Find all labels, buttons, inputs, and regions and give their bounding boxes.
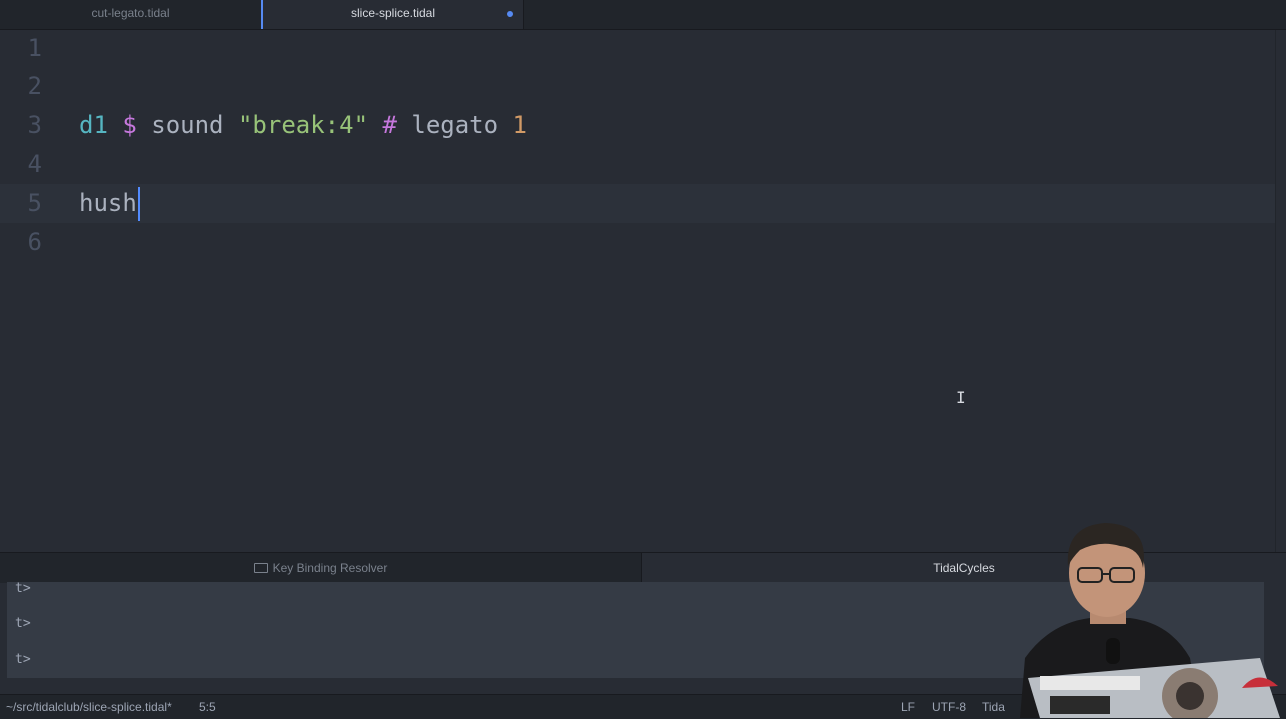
code-token: $ (122, 111, 137, 139)
tab-label: TidalCycles (933, 561, 995, 575)
keyboard-icon (253, 562, 268, 573)
text-caret (137, 187, 140, 221)
grammar[interactable]: Tida (982, 695, 1005, 719)
file-path[interactable]: ~/src/tidalclub/slice-splice.tidal* (6, 695, 172, 719)
code-token: "break:4" (237, 111, 369, 139)
code-token: 1 (512, 111, 527, 139)
code-token: hush (79, 189, 137, 217)
line-number: 6 (27, 228, 42, 256)
tab-label: slice-splice.tidal (350, 6, 436, 20)
editor-line[interactable]: 4 (0, 145, 1276, 184)
line-number: 2 (27, 72, 42, 100)
line-number: 3 (27, 111, 42, 139)
code-text[interactable]: hush (79, 184, 140, 223)
tab-slice-splice[interactable]: slice-splice.tidal (261, 0, 524, 29)
editor-line[interactable]: 2 (0, 67, 1276, 106)
vertical-scrollbar[interactable] (1275, 30, 1286, 552)
encoding[interactable]: UTF-8 (932, 695, 966, 719)
editor-line[interactable]: 3 d1 $ sound "break:4" # legato 1 (0, 106, 1276, 145)
editor-line[interactable]: 6 (0, 223, 1276, 262)
line-ending[interactable]: LF (901, 695, 915, 719)
tab-label: Key Binding Resolver (272, 561, 388, 575)
tab-key-binding-resolver[interactable]: Key Binding Resolver (0, 553, 642, 583)
tab-cut-legato[interactable]: cut-legato.tidal (0, 0, 262, 29)
code-token: # (382, 111, 397, 139)
console-line: t> (15, 582, 31, 596)
code-token: d1 (79, 111, 108, 139)
line-number: 5 (27, 189, 42, 217)
console-line: t> (15, 616, 31, 631)
tab-label: cut-legato.tidal (91, 6, 170, 20)
line-number: 4 (27, 150, 42, 178)
code-token: sound (136, 111, 238, 139)
editor-line[interactable]: 5 hush (0, 184, 1276, 223)
webcam-overlay (1010, 518, 1286, 718)
cursor-position[interactable]: 5:5 (199, 695, 216, 719)
presenter-video-image (1020, 523, 1280, 718)
code-editor[interactable]: 1 2 3 d1 $ sound "break:4" # legato 1 4 5 hush… (0, 30, 1286, 552)
line-number: 1 (27, 34, 42, 62)
editor-line[interactable]: 1 (0, 29, 1276, 68)
console-line: t> (15, 652, 31, 667)
code-text[interactable]: d1 $ sound "break:4" # legato 1 (79, 106, 527, 145)
tab-bar: cut-legato.tidal slice-splice.tidal (0, 0, 1286, 30)
code-token: legato (396, 111, 513, 139)
ibeam-cursor-icon: I (956, 388, 966, 407)
modified-indicator-icon[interactable] (507, 11, 513, 17)
